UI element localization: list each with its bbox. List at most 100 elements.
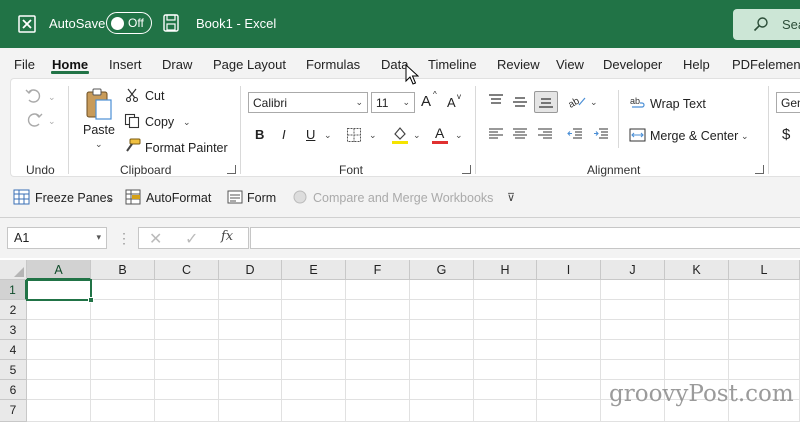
wrap-text-icon[interactable]: ab bbox=[630, 95, 646, 111]
row-header-1[interactable]: 1 bbox=[0, 280, 27, 300]
customize-toolbar-icon[interactable]: ⊽ bbox=[507, 191, 515, 204]
form-button[interactable]: Form bbox=[247, 191, 276, 205]
column-header-g[interactable]: G bbox=[410, 260, 474, 280]
cell-j4[interactable] bbox=[601, 340, 665, 360]
cell-b2[interactable] bbox=[91, 300, 155, 320]
cell-d7[interactable] bbox=[219, 400, 282, 422]
cell-c6[interactable] bbox=[155, 380, 219, 400]
redo-icon[interactable] bbox=[24, 112, 44, 128]
number-format-combo[interactable]: Gen bbox=[776, 92, 800, 113]
cell-g1[interactable] bbox=[410, 280, 474, 300]
copy-button[interactable]: Copy bbox=[145, 115, 174, 129]
cell-j1[interactable] bbox=[601, 280, 665, 300]
row-header-4[interactable]: 4 bbox=[0, 340, 27, 360]
align-left-icon[interactable] bbox=[488, 128, 504, 140]
cell-h4[interactable] bbox=[474, 340, 537, 360]
freeze-panes-icon[interactable] bbox=[13, 189, 30, 205]
tab-file[interactable]: File bbox=[14, 57, 35, 72]
autoformat-button[interactable]: AutoFormat bbox=[146, 191, 211, 205]
column-header-l[interactable]: L bbox=[729, 260, 800, 280]
cell-f6[interactable] bbox=[346, 380, 410, 400]
column-header-f[interactable]: F bbox=[346, 260, 410, 280]
cell-g4[interactable] bbox=[410, 340, 474, 360]
cell-i2[interactable] bbox=[537, 300, 601, 320]
cell-d5[interactable] bbox=[219, 360, 282, 380]
align-bottom-button[interactable] bbox=[534, 91, 558, 113]
cell-a7[interactable] bbox=[27, 400, 91, 422]
cell-k2[interactable] bbox=[665, 300, 729, 320]
align-right-icon[interactable] bbox=[537, 128, 553, 140]
decrease-indent-icon[interactable] bbox=[567, 128, 583, 140]
orientation-icon[interactable]: ab bbox=[567, 92, 587, 108]
row-header-3[interactable]: 3 bbox=[0, 320, 27, 340]
name-box[interactable]: A1 ▾ bbox=[7, 227, 107, 249]
select-all-corner[interactable] bbox=[0, 260, 27, 280]
cut-icon[interactable] bbox=[125, 88, 139, 102]
cell-i3[interactable] bbox=[537, 320, 601, 340]
cell-k1[interactable] bbox=[665, 280, 729, 300]
align-center-icon[interactable] bbox=[512, 128, 528, 140]
freeze-panes-dropdown-icon[interactable]: ⌄ bbox=[106, 193, 114, 204]
cell-b7[interactable] bbox=[91, 400, 155, 422]
row-header-2[interactable]: 2 bbox=[0, 300, 27, 320]
tab-formulas[interactable]: Formulas bbox=[306, 57, 360, 72]
cell-d6[interactable] bbox=[219, 380, 282, 400]
cell-h7[interactable] bbox=[474, 400, 537, 422]
undo-dropdown-icon[interactable]: ⌄ bbox=[48, 92, 56, 103]
cell-a5[interactable] bbox=[27, 360, 91, 380]
column-header-j[interactable]: J bbox=[601, 260, 665, 280]
cell-g6[interactable] bbox=[410, 380, 474, 400]
merge-dropdown-icon[interactable]: ⌄ bbox=[741, 131, 749, 142]
active-cell-a1[interactable] bbox=[26, 279, 92, 301]
tab-help[interactable]: Help bbox=[683, 57, 710, 72]
cell-k3[interactable] bbox=[665, 320, 729, 340]
column-header-k[interactable]: K bbox=[665, 260, 729, 280]
cell-e7[interactable] bbox=[282, 400, 346, 422]
column-header-d[interactable]: D bbox=[219, 260, 282, 280]
compare-merge-button[interactable]: Compare and Merge Workbooks bbox=[313, 191, 493, 205]
cell-c2[interactable] bbox=[155, 300, 219, 320]
font-color-button[interactable]: A bbox=[435, 125, 444, 141]
tab-developer[interactable]: Developer bbox=[603, 57, 662, 72]
row-header-7[interactable]: 7 bbox=[0, 400, 27, 422]
cell-h2[interactable] bbox=[474, 300, 537, 320]
undo-icon[interactable] bbox=[24, 88, 44, 104]
cell-d1[interactable] bbox=[219, 280, 282, 300]
wrap-text-button[interactable]: Wrap Text bbox=[650, 97, 706, 111]
fill-color-dropdown-icon[interactable]: ⌄ bbox=[413, 130, 421, 141]
paste-dropdown-icon[interactable]: ⌄ bbox=[95, 139, 103, 150]
cell-d4[interactable] bbox=[219, 340, 282, 360]
tab-draw[interactable]: Draw bbox=[162, 57, 192, 72]
formula-input[interactable] bbox=[250, 227, 800, 249]
cell-b3[interactable] bbox=[91, 320, 155, 340]
cancel-icon[interactable]: ✕ bbox=[149, 229, 162, 249]
tab-insert[interactable]: Insert bbox=[109, 57, 142, 72]
cell-l2[interactable] bbox=[729, 300, 800, 320]
italic-button[interactable]: I bbox=[282, 127, 286, 142]
cell-e5[interactable] bbox=[282, 360, 346, 380]
cell-h1[interactable] bbox=[474, 280, 537, 300]
cell-g5[interactable] bbox=[410, 360, 474, 380]
cell-a4[interactable] bbox=[27, 340, 91, 360]
enter-icon[interactable]: ✓ bbox=[185, 229, 198, 249]
cell-f7[interactable] bbox=[346, 400, 410, 422]
tab-home[interactable]: Home bbox=[52, 57, 88, 72]
format-painter-button[interactable]: Format Painter bbox=[145, 141, 228, 155]
tab-review[interactable]: Review bbox=[497, 57, 540, 72]
cell-j3[interactable] bbox=[601, 320, 665, 340]
redo-dropdown-icon[interactable]: ⌄ bbox=[48, 116, 56, 127]
column-header-h[interactable]: H bbox=[474, 260, 537, 280]
cell-k5[interactable] bbox=[665, 360, 729, 380]
cell-b4[interactable] bbox=[91, 340, 155, 360]
cell-j2[interactable] bbox=[601, 300, 665, 320]
cell-i5[interactable] bbox=[537, 360, 601, 380]
increase-indent-icon[interactable] bbox=[593, 128, 609, 140]
cell-g7[interactable] bbox=[410, 400, 474, 422]
font-name-combo[interactable]: Calibri ⌄ bbox=[248, 92, 368, 113]
row-header-5[interactable]: 5 bbox=[0, 360, 27, 380]
cell-l3[interactable] bbox=[729, 320, 800, 340]
tab-page-layout[interactable]: Page Layout bbox=[213, 57, 286, 72]
cell-a2[interactable] bbox=[27, 300, 91, 320]
chevron-down-icon[interactable]: ▾ bbox=[96, 232, 101, 243]
format-painter-icon[interactable] bbox=[124, 138, 141, 154]
